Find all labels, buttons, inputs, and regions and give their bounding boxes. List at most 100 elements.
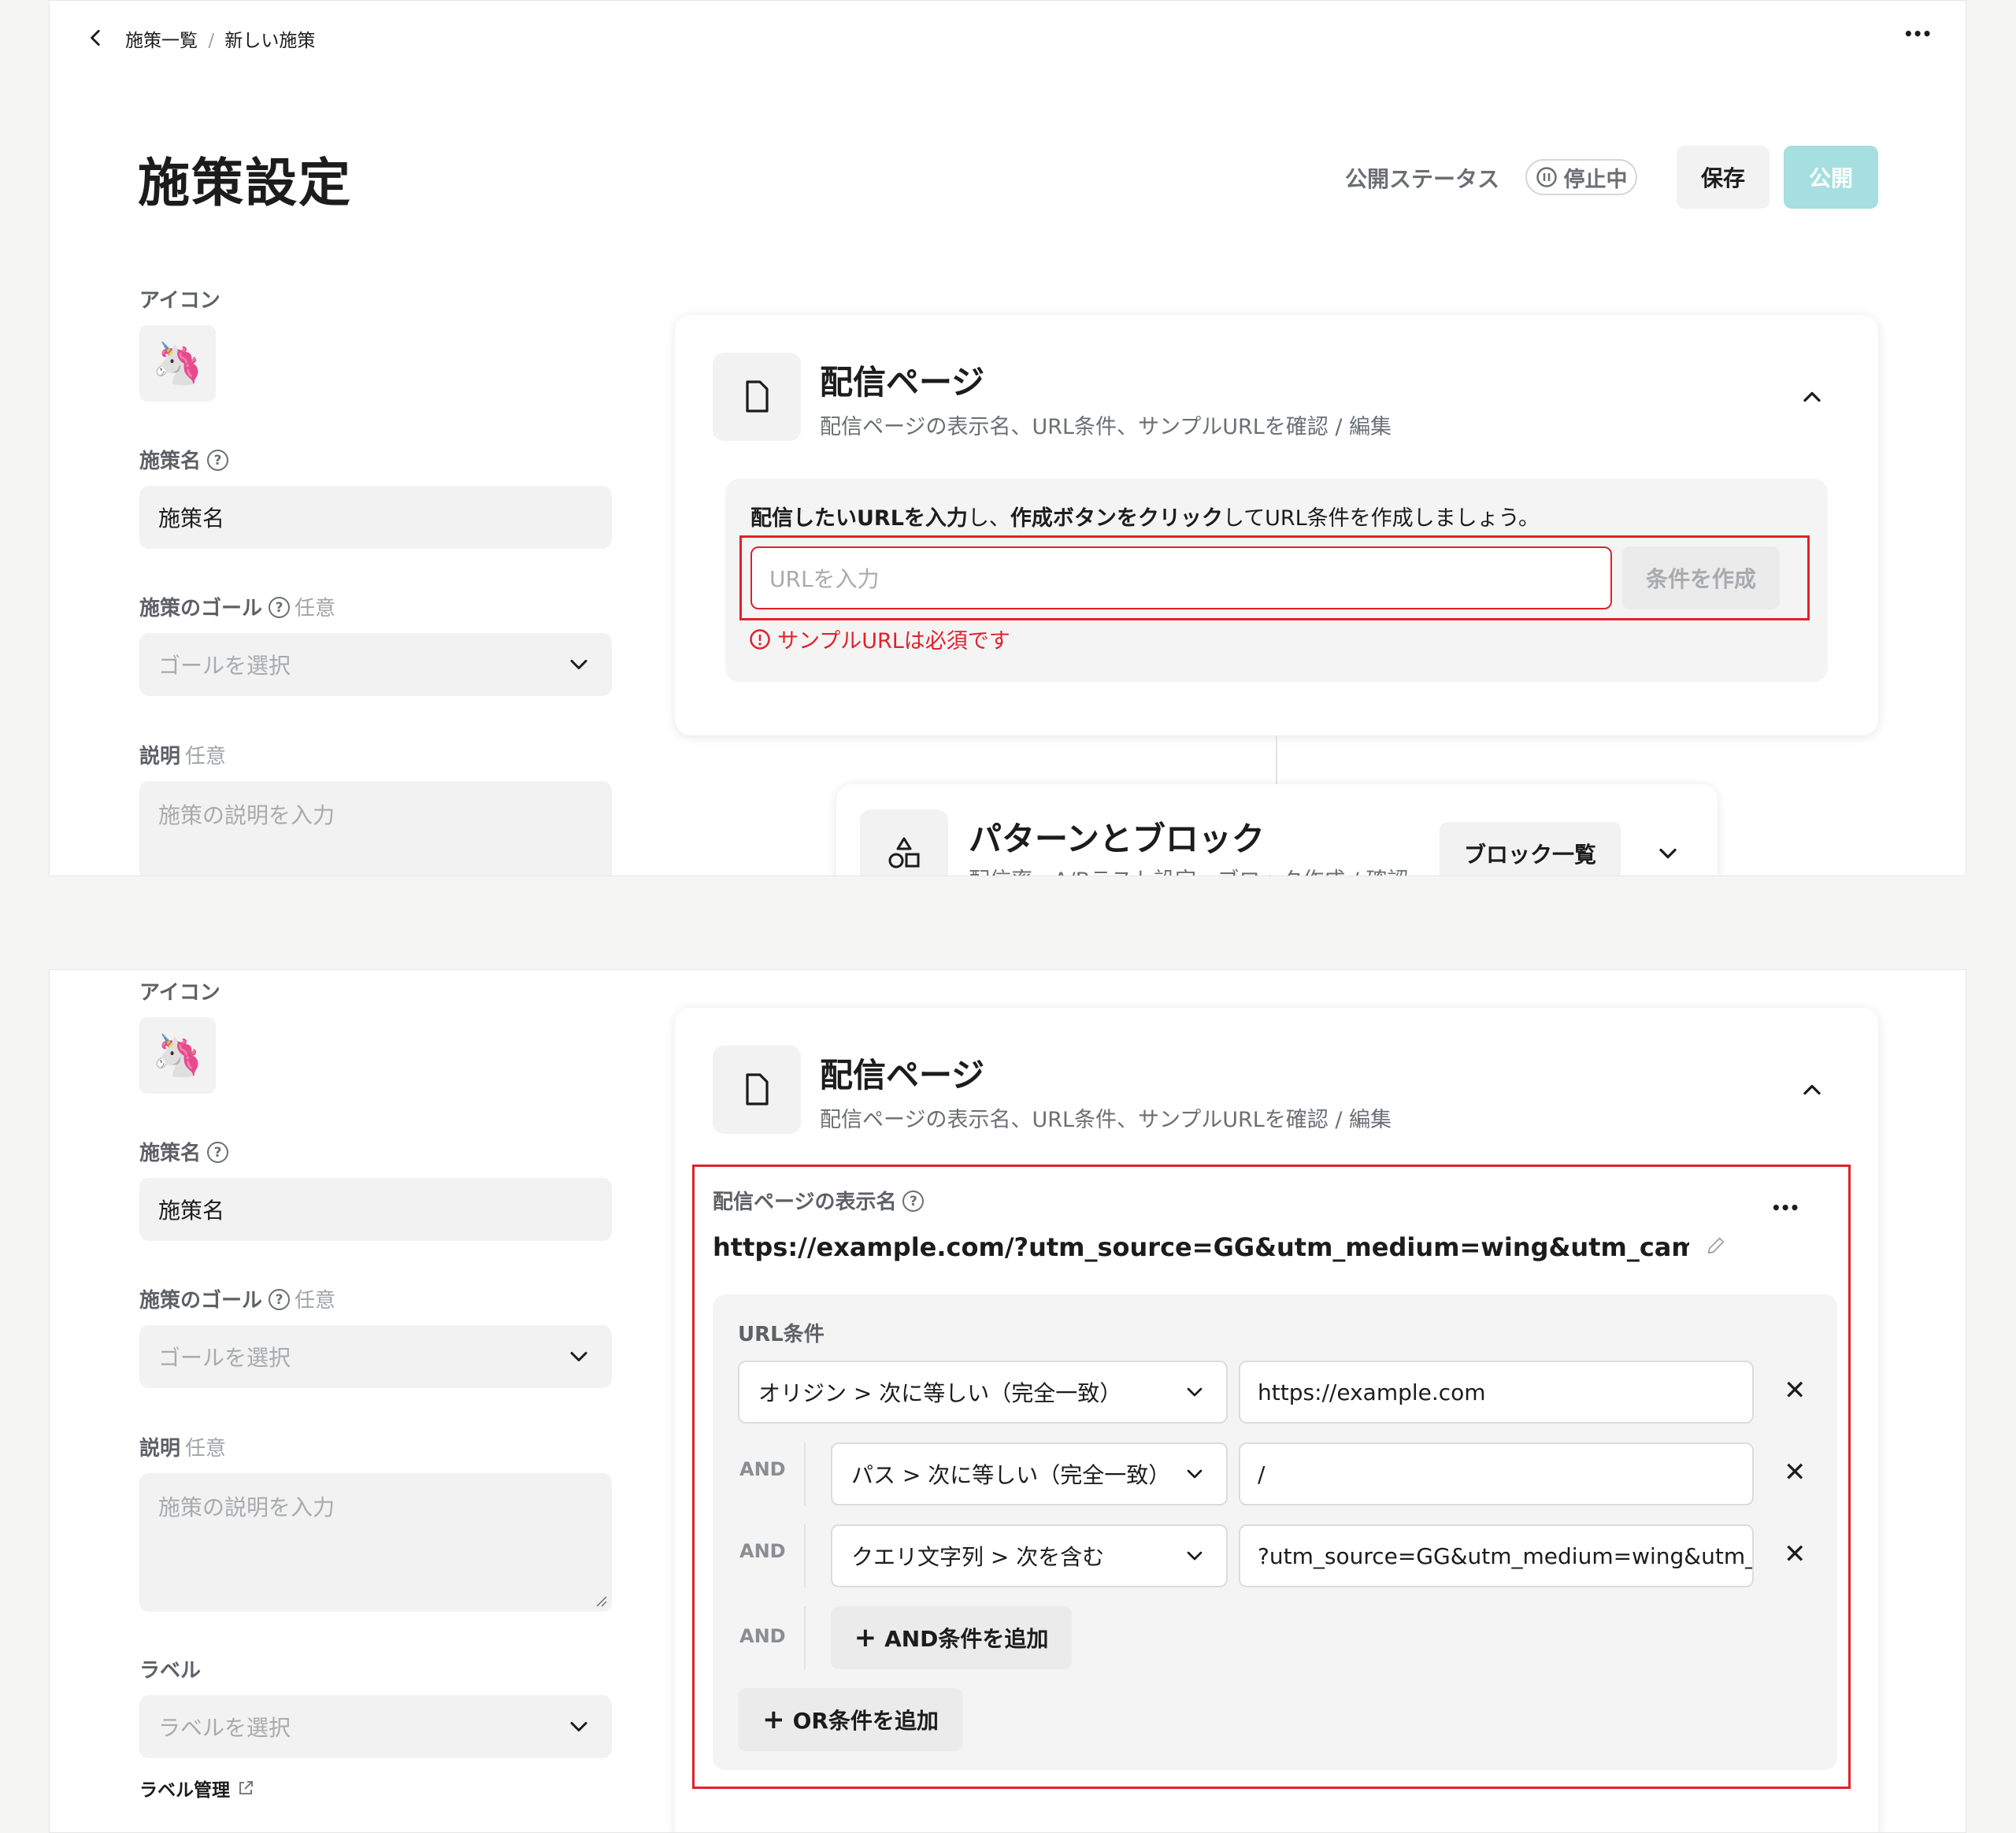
condition-value: ?utm_source=GG&utm_medium=wing&utm_... bbox=[1258, 1542, 1754, 1569]
goal-label: 施策のゴール? 任意 bbox=[139, 1284, 335, 1313]
desc-label-text: 説明 bbox=[139, 745, 181, 768]
name-input-value: 施策名 bbox=[158, 1198, 225, 1224]
description-placeholder: 施策の説明を入力 bbox=[158, 1494, 335, 1520]
display-name-label: 配信ページの表示名? bbox=[713, 1186, 925, 1215]
publish-status-label: 公開ステータス bbox=[1345, 166, 1500, 192]
display-name-more-icon[interactable]: ••• bbox=[1771, 1198, 1799, 1217]
condition-value-input[interactable]: / bbox=[1239, 1442, 1754, 1505]
url-conditions-box: URL条件 オリジン > 次に等しい（完全一致） https://example… bbox=[713, 1294, 1837, 1770]
help-icon[interactable]: ? bbox=[902, 1191, 925, 1212]
chevron-down-icon bbox=[565, 1342, 593, 1371]
display-name-label-text: 配信ページの表示名 bbox=[713, 1191, 897, 1214]
resize-handle-icon[interactable] bbox=[595, 1594, 607, 1607]
desc-label: 説明 任意 bbox=[139, 740, 226, 769]
condition-value-input[interactable]: https://example.com bbox=[1239, 1361, 1754, 1424]
chevron-up-icon[interactable] bbox=[1798, 383, 1826, 411]
goal-optional: 任意 bbox=[295, 1289, 336, 1313]
document-icon bbox=[713, 1046, 801, 1134]
delivery-card-subtitle: 配信ページの表示名、URL条件、サンプルURLを確認 / 編集 bbox=[820, 415, 1392, 439]
campaign-icon-picker[interactable]: 🦄 bbox=[139, 325, 216, 402]
unicorn-icon: 🦄 bbox=[152, 1032, 203, 1079]
plus-icon: + bbox=[762, 1704, 785, 1735]
add-or-condition-label: OR条件を追加 bbox=[792, 1708, 939, 1734]
add-and-condition-button[interactable]: + AND条件を追加 bbox=[831, 1606, 1072, 1669]
and-connector-label: AND bbox=[739, 1540, 786, 1562]
breadcrumb-current: 新しい施策 bbox=[224, 31, 316, 51]
back-arrow-icon[interactable] bbox=[84, 26, 108, 50]
publish-button[interactable]: 公開 bbox=[1784, 146, 1878, 209]
url-instruction: 配信したいURLを入力し、作成ボタンをクリックしてURL条件を作成しましょう。 bbox=[750, 501, 1540, 531]
add-and-condition-label: AND条件を追加 bbox=[884, 1626, 1049, 1652]
create-condition-button[interactable]: 条件を作成 bbox=[1622, 546, 1780, 609]
name-input[interactable]: 施策名 bbox=[139, 486, 612, 549]
plus-icon: + bbox=[854, 1622, 877, 1653]
description-placeholder: 施策の説明を入力 bbox=[158, 802, 335, 828]
shapes-icon bbox=[860, 809, 948, 876]
help-icon[interactable]: ? bbox=[207, 1142, 229, 1163]
condition-operator-select[interactable]: オリジン > 次に等しい（完全一致） bbox=[738, 1361, 1228, 1424]
breadcrumb-separator: / bbox=[208, 31, 215, 51]
instruction-mid-1: し、 bbox=[967, 506, 1010, 531]
name-label: 施策名? bbox=[139, 1137, 229, 1166]
remove-condition-icon[interactable]: ✕ bbox=[1784, 1375, 1807, 1406]
help-icon[interactable]: ? bbox=[207, 450, 229, 471]
desc-optional: 任意 bbox=[185, 745, 227, 768]
pencil-icon[interactable] bbox=[1705, 1235, 1727, 1257]
url-conditions-label: URL条件 bbox=[738, 1323, 825, 1346]
url-entry-box: 配信したいURLを入力し、作成ボタンをクリックしてURL条件を作成しましょう。 … bbox=[725, 479, 1828, 682]
error-icon bbox=[749, 628, 771, 650]
more-menu-icon[interactable]: ••• bbox=[1903, 24, 1932, 43]
chevron-down-icon[interactable] bbox=[1654, 839, 1682, 868]
breadcrumb: 施策一覧 / 新しい施策 bbox=[125, 25, 315, 52]
name-label: 施策名? bbox=[139, 445, 229, 474]
name-input[interactable]: 施策名 bbox=[139, 1178, 612, 1241]
condition-operator-value: クエリ文字列 > 次を含む bbox=[851, 1544, 1105, 1570]
remove-condition-icon[interactable]: ✕ bbox=[1784, 1457, 1807, 1488]
help-icon[interactable]: ? bbox=[269, 1289, 291, 1310]
condition-value-input[interactable]: ?utm_source=GG&utm_medium=wing&utm_... bbox=[1239, 1524, 1754, 1587]
chevron-down-icon bbox=[1182, 1379, 1207, 1405]
display-name-value: https://example.com/?utm_source=GG&utm_m… bbox=[713, 1232, 1689, 1262]
card-connector-line bbox=[1276, 735, 1277, 784]
label-manage-link[interactable]: ラベル管理 bbox=[139, 1775, 255, 1802]
name-input-value: 施策名 bbox=[158, 505, 225, 531]
page-title: 施策設定 bbox=[138, 153, 352, 213]
document-icon bbox=[713, 353, 801, 441]
breadcrumb-parent-link[interactable]: 施策一覧 bbox=[125, 31, 198, 51]
goal-select[interactable]: ゴールを選択 bbox=[139, 633, 612, 696]
instruction-mid-2: してURL条件を作成しましょう。 bbox=[1222, 506, 1540, 531]
label-field-label: ラベル bbox=[139, 1659, 202, 1683]
delivery-page-card: 配信ページ 配信ページの表示名、URL条件、サンプルURLを確認 / 編集 配信… bbox=[675, 315, 1878, 735]
goal-label: 施策のゴール? 任意 bbox=[139, 592, 335, 621]
description-textarea[interactable]: 施策の説明を入力 bbox=[139, 781, 612, 876]
icon-label: アイコン bbox=[139, 981, 220, 1005]
delivery-card-subtitle: 配信ページの表示名、URL条件、サンプルURLを確認 / 編集 bbox=[820, 1108, 1392, 1132]
name-label-text: 施策名 bbox=[139, 1142, 202, 1165]
condition-operator-select[interactable]: パス > 次に等しい（完全一致） bbox=[831, 1442, 1228, 1505]
add-or-condition-button[interactable]: + OR条件を追加 bbox=[738, 1688, 963, 1751]
chevron-up-icon[interactable] bbox=[1798, 1076, 1826, 1104]
and-connector-label: AND bbox=[739, 1625, 786, 1647]
name-label-text: 施策名 bbox=[139, 450, 202, 473]
url-input[interactable]: URLを入力 bbox=[750, 546, 1612, 609]
remove-condition-icon[interactable]: ✕ bbox=[1784, 1539, 1807, 1570]
label-select-placeholder: ラベルを選択 bbox=[158, 1715, 291, 1741]
instruction-bold-1: 配信したいURLを入力 bbox=[750, 506, 968, 531]
goal-select[interactable]: ゴールを選択 bbox=[139, 1325, 612, 1388]
condition-value: https://example.com bbox=[1258, 1379, 1486, 1405]
status-badge: 停止中 bbox=[1525, 159, 1637, 195]
pause-icon bbox=[1536, 166, 1558, 188]
settings-panel-bottom: アイコン 🦄 施策名? 施策名 施策のゴール? 任意 ゴールを選択 説明 任意 施策… bbox=[49, 969, 1966, 1833]
label-select[interactable]: ラベルを選択 bbox=[139, 1695, 612, 1758]
help-icon[interactable]: ? bbox=[269, 597, 291, 618]
campaign-icon-picker[interactable]: 🦄 bbox=[139, 1017, 216, 1094]
pattern-block-card: パターンとブロック 配信率、A/Bテスト設定、ブロック作成 / 確認 ブロック一… bbox=[836, 784, 1718, 876]
and-group-line bbox=[804, 1442, 806, 1505]
condition-operator-select[interactable]: クエリ文字列 > 次を含む bbox=[831, 1524, 1228, 1587]
save-button[interactable]: 保存 bbox=[1677, 146, 1770, 209]
pattern-card-subtitle: 配信率、A/Bテスト設定、ブロック作成 / 確認 bbox=[969, 863, 1408, 876]
delivery-card-title: 配信ページ bbox=[820, 363, 985, 402]
goal-select-placeholder: ゴールを選択 bbox=[158, 1345, 291, 1371]
description-textarea[interactable]: 施策の説明を入力 bbox=[139, 1473, 612, 1612]
block-list-button[interactable]: ブロック一覧 bbox=[1440, 822, 1621, 876]
